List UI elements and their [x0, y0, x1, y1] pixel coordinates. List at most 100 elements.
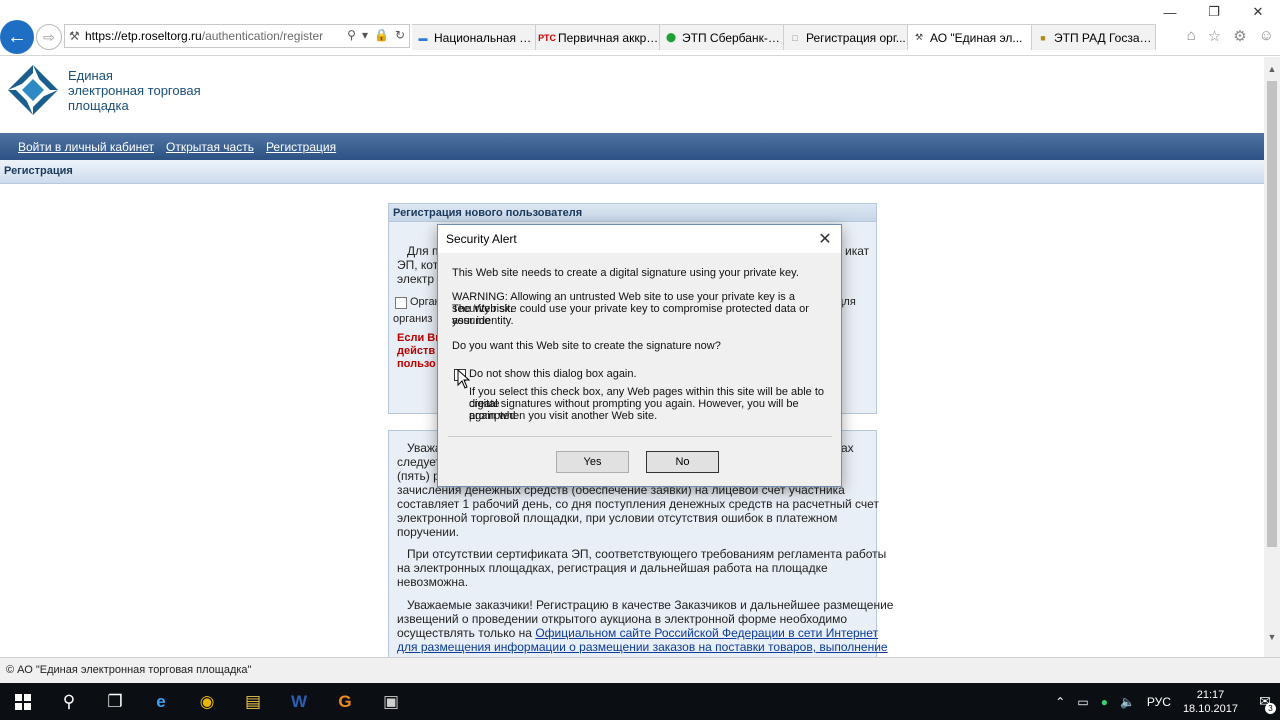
info-text: поручении.	[397, 525, 460, 539]
nav-register-link[interactable]: Регистрация	[266, 140, 336, 154]
info-text: следует	[397, 455, 442, 469]
scroll-up-icon[interactable]: ▲	[1264, 61, 1280, 77]
search-icon[interactable]: ⚲	[46, 683, 92, 720]
logo-line: Единая	[68, 67, 113, 83]
tab-label: Первичная аккре...	[558, 30, 659, 45]
tab-label: ЭТП РАД Госзаку...	[1054, 30, 1155, 45]
address-bar-icons: ⚲ ▾ 🔒 ↻	[347, 28, 405, 42]
checkbox-label[interactable]: Do not show this dialog box again.	[469, 368, 849, 380]
search-icon[interactable]: ⚲	[347, 28, 356, 42]
info-text: составляет 1 рабочий день, со дня поступ…	[397, 497, 879, 511]
tab-label: ЭТП Сбербанк-А...	[682, 30, 783, 45]
nav-public-link[interactable]: Открытая часть	[166, 140, 254, 154]
gavel-icon: ⚒	[69, 29, 80, 43]
vertical-scrollbar[interactable]: ▲ ▼	[1264, 57, 1280, 657]
official-site-link[interactable]: Официальном сайте Российской Федерации в…	[535, 626, 878, 640]
tab-label: Регистрация орг...	[806, 30, 906, 45]
close-window-icon[interactable]: ✕	[1236, 0, 1280, 24]
scroll-thumb[interactable]	[1267, 81, 1277, 547]
dialog-close-icon[interactable]: ✕	[815, 229, 835, 249]
no-button[interactable]: No	[646, 451, 719, 473]
browser-chrome: — ❐ ✕ ← ⇨ ⚒ https://etp.roseltorg.ru/aut…	[0, 0, 1280, 56]
dialog-note: again when you visit another Web site.	[469, 410, 658, 422]
tab-edinaya-active[interactable]: ⚒ АО "Единая эл...	[908, 24, 1032, 50]
info-text: на электронных площадках, регистрация и …	[397, 561, 828, 575]
chevron-up-icon[interactable]: ⌃	[1055, 695, 1065, 709]
tab-natsionalnaya[interactable]: ▬ Национальная э...	[412, 24, 536, 50]
breadcrumb: Регистрация	[0, 160, 1264, 184]
info-text: При отсутствии сертификата ЭП, соответст…	[407, 547, 887, 561]
panel-text: Для п	[407, 244, 439, 258]
network-icon[interactable]: ●	[1101, 695, 1108, 709]
back-arrow-icon: ←	[7, 25, 27, 48]
clock-date: 18.10.2017	[1182, 702, 1238, 715]
minimize-icon[interactable]: —	[1148, 0, 1192, 24]
tab-rad[interactable]: ■ ЭТП РАД Госзаку...	[1032, 24, 1156, 50]
browser-toolbar-icons: ⌂ ☆ ⚙ ☺	[1187, 27, 1274, 45]
mouse-cursor-icon	[457, 369, 471, 389]
chrome-icon[interactable]: ◉	[184, 683, 230, 720]
notification-count: 3	[1265, 703, 1276, 714]
info-text: осуществлять только на	[397, 626, 536, 640]
system-tray: ⌃ ▭ ● 🔈 РУС 21:17 18.10.2017 ✉ 3	[1049, 683, 1280, 720]
home-icon[interactable]: ⌂	[1187, 27, 1196, 45]
forward-button[interactable]: ⇨	[36, 24, 62, 50]
page-footer: © АО "Единая электронная торговая площад…	[0, 657, 1280, 683]
gear-icon[interactable]: ⚙	[1233, 27, 1246, 45]
panel-title: Регистрация нового пользователя	[389, 204, 876, 222]
scroll-down-icon[interactable]: ▼	[1264, 629, 1280, 645]
back-button[interactable]: ←	[0, 20, 34, 54]
panel-text: ЭП, кот	[397, 258, 439, 272]
panel-text: икат	[845, 244, 870, 258]
site-logo[interactable]: Единая электронная торговая площадка	[6, 63, 201, 117]
organization-checkbox[interactable]	[395, 297, 407, 309]
gov-globe-icon: ▬	[418, 32, 428, 43]
nav-login-link[interactable]: Войти в личный кабинет	[18, 140, 154, 154]
word-icon[interactable]: W	[276, 683, 322, 720]
info-text: невозможна.	[397, 575, 469, 589]
logo-line: площадка	[68, 97, 129, 113]
panel-text: электр	[397, 272, 435, 286]
dropdown-icon[interactable]: ▾	[362, 28, 368, 42]
official-site-link-cont[interactable]: для размещения информации о размещении з…	[397, 640, 888, 654]
address-bar[interactable]: ⚒ https://etp.roseltorg.ru/authenticatio…	[64, 24, 410, 48]
app-icon[interactable]: G	[322, 683, 368, 720]
task-view-icon[interactable]: ❐	[92, 683, 138, 720]
gavel-icon: ⚒	[914, 32, 924, 42]
windows-taskbar: ⚲ ❐ e ◉ ▤ W G ▣ ⌃ ▭ ● 🔈 РУС 21:17 18.10.…	[0, 683, 1280, 720]
tab-strip: ▬ Национальная э... РТС Первичная аккре.…	[412, 24, 1156, 50]
dialog-message: This Web site needs to create a digital …	[452, 267, 799, 279]
forward-arrow-icon: ⇨	[43, 28, 55, 45]
volume-icon[interactable]: 🔈	[1120, 695, 1135, 709]
info-text: извещений о проведении открытого аукцион…	[397, 612, 847, 626]
tab-rts[interactable]: РТС Первичная аккре...	[536, 24, 660, 50]
display-icon[interactable]: ▭	[1077, 695, 1088, 709]
tab-sberbank[interactable]: ⬤ ЭТП Сбербанк-А...	[660, 24, 784, 50]
info-text: Уважаемые заказчики! Регистрацию в качес…	[407, 598, 894, 612]
window-controls: — ❐ ✕	[1140, 0, 1280, 24]
lock-icon[interactable]: 🔒	[374, 28, 389, 42]
refresh-icon[interactable]: ↻	[395, 28, 405, 42]
clock[interactable]: 21:17 18.10.2017	[1183, 688, 1238, 716]
tab-registratsiya[interactable]: □ Регистрация орг...	[784, 24, 908, 50]
star-icon[interactable]: ☆	[1208, 27, 1221, 45]
restore-icon[interactable]: ❐	[1192, 0, 1236, 24]
site-nav: Войти в личный кабинет Открытая часть Ре…	[0, 133, 1264, 160]
logo-text: Единая электронная торговая площадка	[68, 68, 201, 113]
file-explorer-icon[interactable]: ▤	[230, 683, 276, 720]
dialog-warning: your identity.	[452, 315, 514, 327]
edge-icon[interactable]: e	[138, 683, 184, 720]
notification-center-icon[interactable]: ✉ 3	[1250, 683, 1280, 720]
panel-warning-text: пользо	[397, 358, 436, 370]
url-path: /authentication/register	[201, 29, 324, 43]
etp-logo-icon	[8, 65, 58, 115]
smiley-icon[interactable]: ☺	[1259, 27, 1274, 45]
tab-label: АО "Единая эл...	[930, 30, 1023, 45]
language-indicator[interactable]: РУС	[1147, 695, 1171, 709]
info-text: ах	[841, 441, 854, 455]
panel-warning-text: действ	[397, 345, 436, 357]
windows-start-icon[interactable]	[0, 683, 46, 720]
yes-button[interactable]: Yes	[556, 451, 629, 473]
media-icon[interactable]: ▣	[368, 683, 414, 720]
info-text: осуществлять только на Официальном сайте…	[397, 626, 878, 640]
